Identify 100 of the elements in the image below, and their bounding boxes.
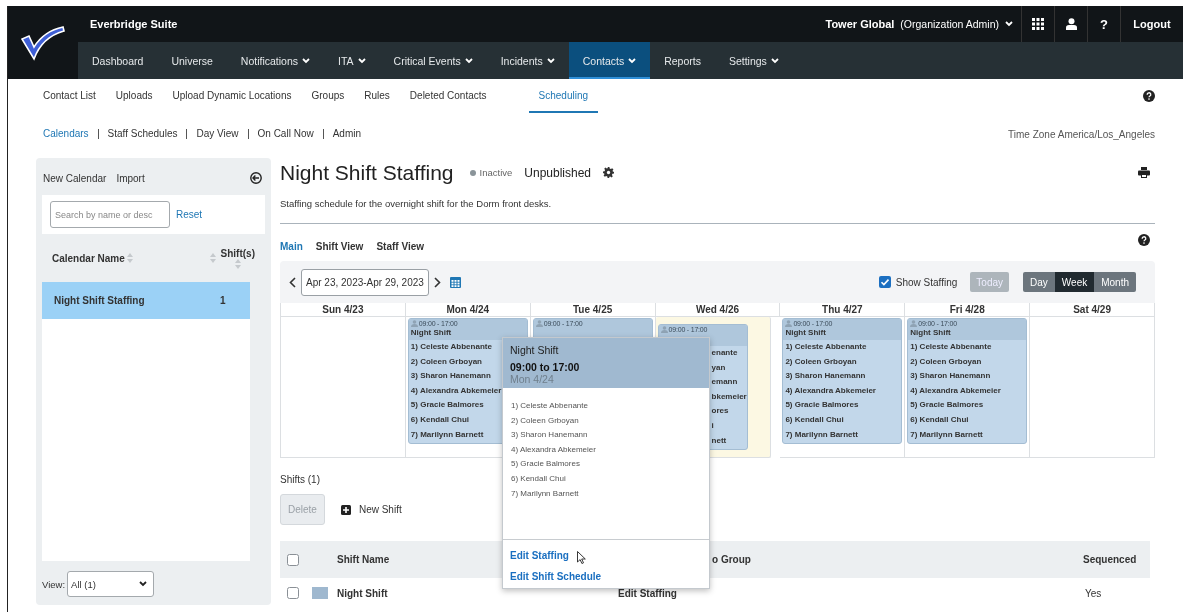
subnav-tab[interactable]: Groups <box>301 79 355 113</box>
search-field[interactable]: Search by name or desc <box>50 201 170 228</box>
logo-icon <box>20 24 66 61</box>
view-label: View: <box>42 578 66 590</box>
staff-name: 6) Kendall Chui <box>410 413 470 426</box>
staff-name: 1) Celeste Abbenante <box>910 341 992 353</box>
chevron-down-icon <box>1005 21 1013 27</box>
column-header[interactable]: Calendar Name <box>52 252 125 264</box>
table-cell: Night Shift <box>337 587 388 599</box>
column-header[interactable]: Shift(s) <box>220 247 255 259</box>
subtab-link[interactable]: Staff Schedules <box>98 129 188 139</box>
view-tab[interactable]: Shift View <box>315 240 364 252</box>
subtab-link[interactable]: Admin <box>323 129 371 139</box>
table-cell: Yes <box>1085 587 1102 599</box>
subtab-link[interactable]: Calendars <box>34 129 99 139</box>
print-icon[interactable] <box>1138 167 1150 178</box>
timezone-label: Time Zone America/Los_Angeles <box>1008 128 1155 140</box>
checkbox-label: Show Staffing <box>895 276 958 288</box>
status-label: Inactive <box>479 167 513 178</box>
status-dot <box>469 169 476 176</box>
subnav-tab[interactable]: Scheduling <box>528 79 599 113</box>
staff-name: 2) Coleen Grboyan <box>410 355 482 368</box>
range-toggle[interactable]: Week <box>1054 272 1095 292</box>
checkbox[interactable] <box>287 553 299 566</box>
nav-tab[interactable]: Universe <box>157 42 227 79</box>
popover-link[interactable]: Edit Staffing <box>510 550 569 561</box>
nav-tab[interactable]: Incidents <box>486 42 569 79</box>
date-range-field[interactable]: Apr 23, 2023-Apr 29, 2023 <box>301 268 429 296</box>
nav-tab[interactable]: Notifications <box>226 42 324 79</box>
range-toggle[interactable]: Day <box>1023 272 1055 292</box>
reset-link[interactable]: Reset <box>176 209 203 220</box>
chevron-right-icon[interactable] <box>433 276 441 288</box>
calendar-icon[interactable] <box>449 276 461 288</box>
nav-tab[interactable]: Dashboard <box>78 42 158 79</box>
publish-status: Unpublished <box>524 165 592 180</box>
cursor-icon <box>577 551 586 564</box>
staff-name: 6) Kendall Chui <box>511 472 567 485</box>
subtab-link[interactable]: On Call Now <box>248 129 324 139</box>
checkbox[interactable] <box>287 587 299 599</box>
staff-name: 4) Alexandra Abkemeier <box>410 384 502 397</box>
staff-name: 1) Celeste Abbenante <box>785 341 867 353</box>
subnav-tab[interactable]: Deleted Contacts <box>399 79 497 113</box>
staff-name: 1) Celeste Abbenante <box>410 341 492 353</box>
organization-menu[interactable]: Tower Global (Organization Admin) <box>825 18 1021 30</box>
chevron-left-icon[interactable] <box>289 276 296 288</box>
staff-name: 6) Kendall Chui <box>785 413 844 426</box>
range-toggle[interactable]: Month <box>1094 272 1136 292</box>
staff-name: 7) Marilynn Barnett <box>511 487 580 500</box>
staff-name: yan <box>711 361 726 374</box>
staff-name: 4) Alexandra Abkemeier <box>785 384 876 397</box>
staff-name: 3) Sharon Hanemann <box>410 370 491 383</box>
person-icon <box>410 320 418 327</box>
gear-icon[interactable] <box>603 167 615 178</box>
subnav-tab[interactable]: Rules <box>354 79 400 113</box>
subnav-tab[interactable]: Uploads <box>105 79 163 113</box>
checkbox[interactable] <box>878 276 891 288</box>
product-name: Everbridge Suite <box>89 18 179 30</box>
staff-name: nett <box>711 434 727 447</box>
staff-name: enante <box>711 347 738 359</box>
calendar-row[interactable]: Night Shift Staffing 1 <box>42 282 250 319</box>
nav-tab[interactable]: Contacts <box>568 42 651 79</box>
nav-tab[interactable]: ITA <box>324 42 380 79</box>
staff-name: 6) Kendall Chui <box>910 413 969 426</box>
view-select[interactable]: All (1) <box>67 571 155 597</box>
staff-name: 5) Gracie Balmores <box>785 399 859 412</box>
view-tab[interactable]: Staff View <box>376 240 424 252</box>
staff-name: 3) Sharon Hanemann <box>910 370 991 383</box>
day-header: Wed 4/26 <box>655 303 781 317</box>
toolbar-link[interactable]: New Calendar <box>43 172 107 184</box>
day-header: Tue 4/25 <box>530 303 656 317</box>
popover-link[interactable]: Edit Shift Schedule <box>510 571 602 582</box>
chevron-down-icon <box>139 581 148 587</box>
help-icon[interactable] <box>1143 90 1155 102</box>
subnav-tab[interactable]: Upload Dynamic Locations <box>162 79 302 113</box>
sort-icon <box>126 253 133 263</box>
staff-name: 5) Gracie Balmores <box>410 399 484 412</box>
toolbar-link[interactable]: Import <box>116 172 145 184</box>
subtab-link[interactable]: Day View <box>187 129 249 139</box>
sort-icon <box>209 253 216 263</box>
staff-name: 2) Coleen Grboyan <box>785 355 857 368</box>
day-header: Sun 4/23 <box>281 303 406 317</box>
nav-tab[interactable]: Reports <box>650 42 715 79</box>
staff-name: 3) Sharon Hanemann <box>785 370 866 383</box>
staff-name: ores <box>711 405 729 418</box>
collapse-icon[interactable] <box>250 172 262 184</box>
staff-name: 5) Gracie Balmores <box>910 399 984 412</box>
day-header: Fri 4/28 <box>905 303 1031 317</box>
shift-name: Night Shift <box>410 328 453 338</box>
subnav-tab[interactable]: Contact List <box>33 79 106 113</box>
new-shift-button[interactable]: New Shift <box>340 504 402 515</box>
nav-tab[interactable]: Critical Events <box>379 42 487 79</box>
column-header: Sequenced <box>1083 554 1137 565</box>
nav-tab[interactable]: Settings <box>714 42 793 79</box>
staff-name: 4) Alexandra Abkemeier <box>511 443 597 456</box>
day-header: Mon 4/24 <box>405 303 531 317</box>
staff-name: 4) Alexandra Abkemeier <box>910 384 1001 397</box>
view-tab[interactable]: Main <box>280 240 303 252</box>
edit-staffing-link[interactable]: Edit Staffing <box>618 587 677 599</box>
help-icon[interactable] <box>1138 234 1150 246</box>
sort-icon <box>234 258 241 269</box>
